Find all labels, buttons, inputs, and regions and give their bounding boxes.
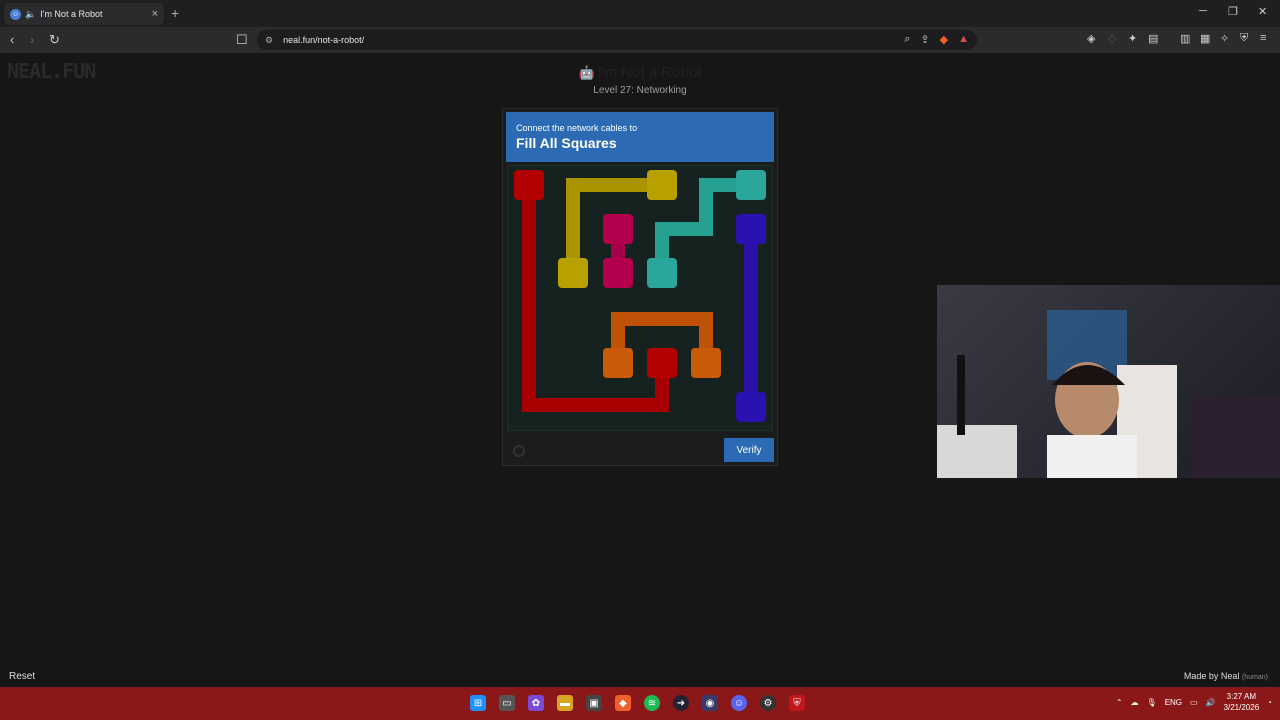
windows-start-icon[interactable]: ⊞ — [470, 695, 486, 711]
extension-2-icon[interactable]: ◇ — [1108, 32, 1116, 45]
site-info-icon[interactable]: ⚙ — [265, 35, 273, 46]
shield-icon[interactable]: ⛨ — [1240, 32, 1248, 45]
copilot-icon[interactable]: ✿ — [528, 695, 544, 711]
made-by-credit[interactable]: Made by Neal (human) — [1184, 671, 1268, 681]
yellow-node[interactable] — [558, 258, 588, 288]
browser-tab[interactable]: ☺ 🔈 I'm Not a Robot × — [4, 3, 164, 25]
security-app-icon[interactable]: ⛨ — [789, 695, 805, 711]
extension-icon[interactable]: ◈ — [1087, 32, 1095, 45]
page-title: 🤖 I'm Not a Robot — [578, 64, 702, 81]
captcha-header: Connect the network cables to Fill All S… — [506, 112, 774, 162]
new-tab-button[interactable]: + — [171, 5, 179, 21]
tab-title: I'm Not a Robot — [40, 9, 103, 19]
captcha-box: Connect the network cables to Fill All S… — [502, 108, 778, 466]
robot-icon: 🤖 — [578, 65, 595, 80]
taskbar: ⊞ ▭ ✿ ▬ ▣ ◆ ≋ ➜ ◉ ☺ ⚙ ⛨ ⌃ ☁ 🎙 ENG ▭ 🔊 3:… — [0, 687, 1280, 720]
cloud-icon[interactable]: ☁ — [1131, 698, 1139, 707]
brave-shield-icon[interactable]: ◆ — [940, 33, 948, 46]
puzzle-icon[interactable]: ✦ — [1128, 32, 1137, 45]
teal-node[interactable] — [736, 170, 766, 200]
captcha-heading: Fill All Squares — [516, 135, 617, 151]
chevron-up-icon[interactable]: ⌃ — [1116, 698, 1123, 707]
menu-icon[interactable]: ≡ — [1260, 32, 1266, 44]
address-bar-row: ‹ › ↻ ☐ ⚙ neal.fun/not-a-robot/ ⌕ ⇪ ◆ ▲ … — [0, 27, 1280, 53]
page-content: NEAL.FUN 🤖 I'm Not a Robot Level 27: Netw… — [0, 53, 1280, 687]
obs-icon[interactable]: ◉ — [702, 695, 718, 711]
captcha-instruction: Connect the network cables to — [516, 123, 638, 133]
yellow-node[interactable] — [647, 170, 677, 200]
puzzle-board[interactable] — [507, 165, 773, 431]
system-tray: ⌃ ☁ 🎙 ENG ▭ 🔊 3:27 AM 3/21/2026 ◔ — [1116, 691, 1272, 713]
wallet-icon[interactable]: ▤ — [1148, 32, 1158, 45]
verify-button[interactable]: Verify — [724, 438, 774, 462]
robot-favicon-icon: ☺ — [10, 8, 21, 20]
microphone-icon[interactable]: 🎙 — [1147, 698, 1157, 707]
video-editor-icon[interactable]: ▣ — [586, 695, 602, 711]
orange-node[interactable] — [691, 348, 721, 378]
webcam-overlay — [937, 285, 1280, 478]
vpn-icon[interactable]: ▦ — [1200, 32, 1210, 45]
steam-icon[interactable]: ⚙ — [760, 695, 776, 711]
minimize-icon[interactable]: ─ — [1199, 5, 1207, 17]
loading-spinner-icon — [513, 445, 525, 457]
orange-node[interactable] — [603, 348, 633, 378]
volume-icon[interactable]: 🔊 — [1206, 698, 1216, 707]
brave-browser-icon[interactable]: ◆ — [615, 695, 631, 711]
bookmark-icon[interactable]: ☐ — [236, 32, 248, 48]
tab-strip: ☺ 🔈 I'm Not a Robot × + ─ ❐ ✕ — [0, 0, 1280, 27]
url-field[interactable]: ⚙ neal.fun/not-a-robot/ ⌕ ⇪ ◆ ▲ — [257, 30, 977, 50]
language-indicator[interactable]: ENG — [1165, 698, 1182, 707]
discord-icon[interactable]: ☺ — [731, 695, 747, 711]
magenta-node[interactable] — [603, 214, 633, 244]
app-arrow-icon[interactable]: ➜ — [673, 695, 689, 711]
sidebar-icon[interactable]: ▥ — [1180, 32, 1190, 45]
blue-node[interactable] — [736, 214, 766, 244]
speaker-icon[interactable]: 🔈 — [25, 9, 36, 20]
webcam-person-image — [937, 310, 1280, 478]
back-icon[interactable]: ‹ — [10, 32, 14, 47]
notification-icon[interactable]: ◔ — [1267, 698, 1272, 707]
leo-icon[interactable]: ✧ — [1220, 32, 1229, 45]
teal-node[interactable] — [647, 258, 677, 288]
url-text: neal.fun/not-a-robot/ — [283, 35, 365, 45]
brave-rewards-icon[interactable]: ▲ — [958, 33, 969, 46]
clock[interactable]: 3:27 AM 3/21/2026 — [1224, 691, 1260, 713]
reload-icon[interactable]: ↻ — [49, 32, 60, 48]
restore-icon[interactable]: ❐ — [1228, 5, 1238, 18]
file-explorer-icon[interactable]: ▬ — [557, 695, 573, 711]
close-window-icon[interactable]: ✕ — [1258, 5, 1267, 18]
red-node[interactable] — [514, 170, 544, 200]
reset-button[interactable]: Reset — [9, 671, 35, 682]
level-label: Level 27: Networking — [593, 85, 687, 96]
share-icon[interactable]: ⇪ — [920, 33, 929, 46]
blue-node[interactable] — [736, 392, 766, 422]
close-tab-icon[interactable]: × — [152, 8, 158, 20]
taskview-icon[interactable]: ▭ — [499, 695, 515, 711]
magenta-node[interactable] — [603, 258, 633, 288]
zoom-icon[interactable]: ⌕ — [904, 33, 910, 46]
red-node[interactable] — [647, 348, 677, 378]
spotify-icon[interactable]: ≋ — [644, 695, 660, 711]
network-icon[interactable]: ▭ — [1190, 698, 1198, 707]
forward-icon[interactable]: › — [30, 32, 34, 47]
